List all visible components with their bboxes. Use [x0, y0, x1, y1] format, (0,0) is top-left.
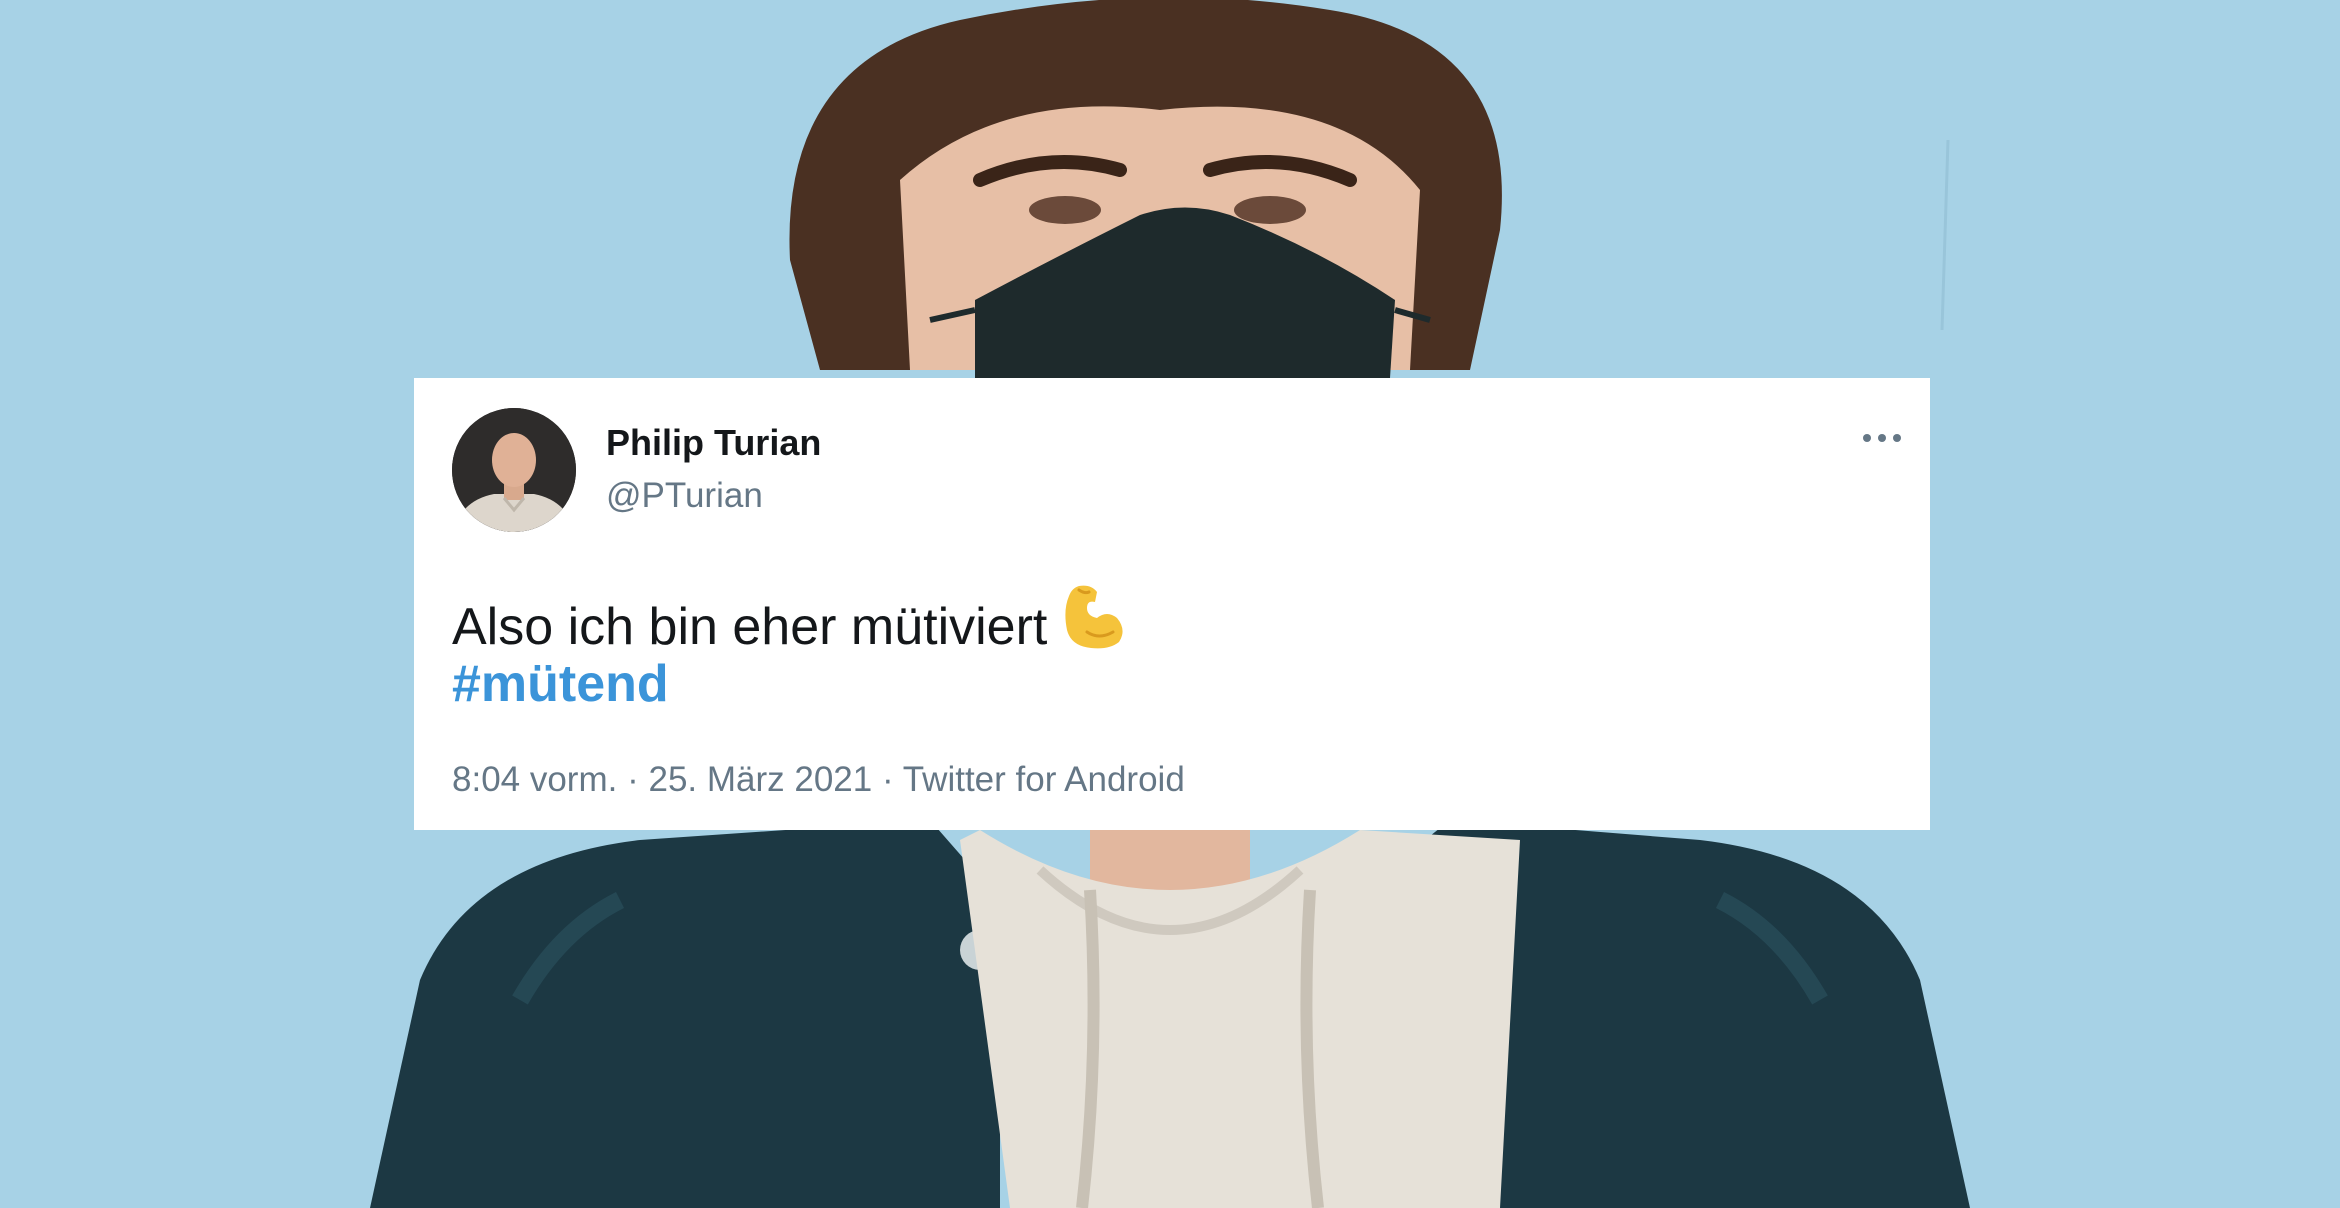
more-horizontal-icon — [1863, 434, 1901, 442]
display-name[interactable]: Philip Turian — [606, 422, 821, 464]
avatar[interactable] — [452, 408, 576, 532]
meta-separator: · — [627, 760, 639, 799]
avatar-image — [452, 408, 576, 532]
tweet-text: Also ich bin eher mütiviert — [452, 598, 1048, 656]
tweet-meta: 8:04 vorm. · 25. März 2021 · Twitter for… — [452, 760, 1185, 800]
user-handle[interactable]: @PTurian — [606, 476, 763, 516]
hashtag-link[interactable]: #mütend — [452, 652, 669, 716]
tweet-time[interactable]: 8:04 vorm. — [452, 760, 617, 799]
more-options-button[interactable] — [1854, 418, 1910, 458]
tweet-screenshot-scene: Philip Turian @PTurian Also ich bin eher… — [0, 0, 2340, 1208]
flexed-biceps-icon — [1057, 580, 1129, 667]
tweet-date[interactable]: 25. März 2021 — [648, 760, 872, 799]
meta-separator: · — [881, 760, 894, 799]
tweet-card[interactable]: Philip Turian @PTurian Also ich bin eher… — [414, 378, 1930, 830]
tweet-source[interactable]: Twitter for Android — [903, 760, 1185, 799]
